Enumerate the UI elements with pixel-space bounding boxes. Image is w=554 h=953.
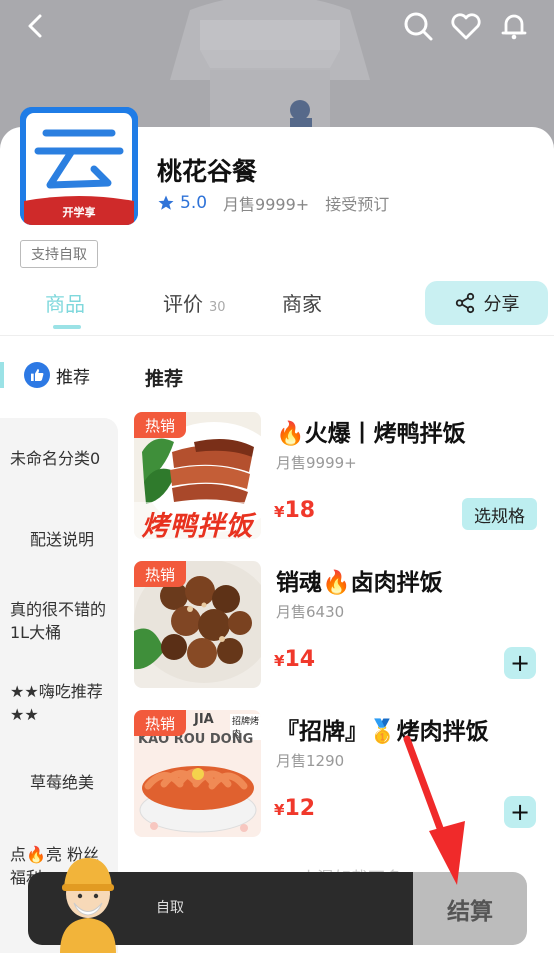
star-icon <box>158 195 174 210</box>
hot-badge: 热销 <box>134 710 186 736</box>
add-to-cart-button[interactable]: + <box>504 796 536 828</box>
sidebar-item[interactable]: 配送说明 <box>10 528 114 551</box>
thumbs-up-icon <box>24 362 50 388</box>
product-price: ¥18 <box>274 498 315 523</box>
sidebar-item[interactable]: 真的很不错的1L大桶 <box>10 598 114 644</box>
hot-badge: 热销 <box>134 561 186 587</box>
share-icon <box>455 292 474 314</box>
product-card[interactable]: 烤鸭拌饭 热销 🔥火爆丨烤鸭拌饭 月售9999+ ¥18 选规格 <box>134 412 544 542</box>
price-value: 14 <box>284 647 316 672</box>
select-spec-button[interactable]: 选规格 <box>462 498 537 530</box>
product-name: 销魂🔥卤肉拌饭 <box>276 570 443 596</box>
shop-name: 桃花谷餐 <box>157 157 258 186</box>
monthly-sales: 月售9999+ <box>223 195 310 214</box>
red-arrow-icon <box>403 735 465 885</box>
share-button[interactable]: 分享 <box>425 281 548 325</box>
add-to-cart-button[interactable]: + <box>504 647 536 679</box>
shop-logo: 开学享 <box>20 107 138 225</box>
rating: 5.0 <box>157 193 207 213</box>
logo-text: 开学享 <box>62 206 96 219</box>
product-price: ¥12 <box>274 796 315 821</box>
product-card[interactable]: JIA 招牌烤肉 KAO ROU DONG 热销 『招牌』🥇烤肉拌饭 月售129… <box>134 710 544 840</box>
tabs-divider <box>0 335 554 336</box>
currency-symbol: ¥ <box>274 503 285 521</box>
sidebar-item-recommend[interactable]: 推荐 <box>24 362 90 388</box>
currency-symbol: ¥ <box>274 652 285 670</box>
sidebar-item[interactable]: ★★嗨吃推荐★★ <box>10 680 114 726</box>
heart-icon[interactable] <box>448 8 484 44</box>
product-image-text: 烤鸭拌饭 <box>141 511 254 539</box>
price-value: 18 <box>284 498 316 523</box>
pickup-label: 自取 <box>156 900 184 916</box>
category-title: 推荐 <box>145 368 184 390</box>
bell-icon[interactable] <box>496 8 532 44</box>
product-name: 🔥火爆丨烤鸭拌饭 <box>276 421 466 447</box>
product-sold: 月售1290 <box>276 752 345 770</box>
currency-symbol: ¥ <box>274 801 285 819</box>
image-text-jia: JIA <box>194 712 214 727</box>
product-sold: 月售9999+ <box>276 454 357 472</box>
tab-active-indicator <box>53 325 81 329</box>
shop-meta: 5.0 月售9999+ 接受预订 <box>157 191 389 215</box>
sidebar-item[interactable]: 未命名分类0 <box>10 447 114 470</box>
product-price: ¥14 <box>274 647 315 672</box>
tab-merchant[interactable]: 商家 <box>282 288 322 317</box>
tab-goods[interactable]: 商品 <box>45 288 85 317</box>
sidebar-item[interactable]: 草莓绝美 <box>10 771 114 794</box>
share-label: 分享 <box>483 294 520 315</box>
tab-reviews[interactable]: 评价 30 <box>163 288 226 317</box>
pickup-tag: 支持自取 <box>20 240 98 268</box>
reviews-count: 30 <box>209 300 226 315</box>
delivery-mascot-icon <box>60 858 116 953</box>
sidebar-active-marker <box>0 362 4 388</box>
sidebar-item-label: 推荐 <box>56 367 90 388</box>
back-arrow-icon[interactable] <box>18 8 54 44</box>
tab-reviews-label: 评价 <box>163 292 203 316</box>
product-card[interactable]: 热销 销魂🔥卤肉拌饭 月售6430 ¥14 + <box>134 561 544 691</box>
price-value: 12 <box>284 796 316 821</box>
reservation-label: 接受预订 <box>325 195 390 214</box>
hot-badge: 热销 <box>134 412 186 438</box>
product-sold: 月售6430 <box>276 603 345 621</box>
search-icon[interactable] <box>400 8 436 44</box>
rating-value: 5.0 <box>180 193 208 213</box>
